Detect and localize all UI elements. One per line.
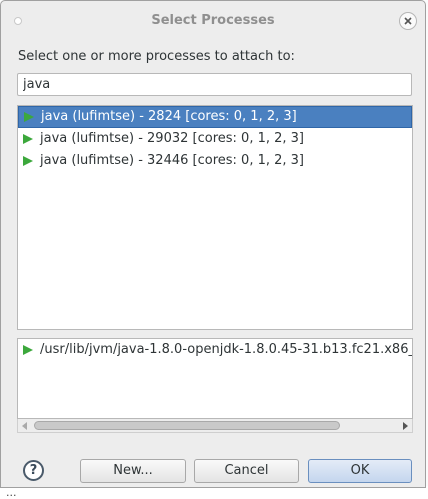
path-row[interactable]: /usr/lib/jvm/java-1.8.0-openjdk-1.8.0.45… <box>18 339 412 361</box>
close-button[interactable] <box>399 12 417 30</box>
process-label: java (lufimtse) - 2824 [cores: 0, 1, 2, … <box>41 109 297 124</box>
scroll-right-icon[interactable] <box>403 422 408 430</box>
prompt-label: Select one or more processes to attach t… <box>18 49 295 64</box>
play-icon <box>23 345 33 355</box>
process-row[interactable]: java (lufimtse) - 29032 [cores: 0, 1, 2,… <box>18 128 412 150</box>
process-row[interactable]: java (lufimtse) - 32446 [cores: 0, 1, 2,… <box>18 150 412 172</box>
process-row[interactable]: java (lufimtse) - 2824 [cores: 0, 1, 2, … <box>18 106 412 128</box>
dialog-title: Select Processes <box>151 13 275 28</box>
play-icon <box>24 112 34 122</box>
process-label: java (lufimtse) - 29032 [cores: 0, 1, 2,… <box>40 131 304 146</box>
new-button[interactable]: New... <box>80 459 186 483</box>
select-processes-dialog: Select Processes Select one or more proc… <box>0 0 426 488</box>
scrollbar-thumb[interactable] <box>34 421 340 430</box>
path-label: /usr/lib/jvm/java-1.8.0-openjdk-1.8.0.45… <box>40 342 413 357</box>
filter-input[interactable] <box>17 73 412 96</box>
process-list[interactable]: java (lufimtse) - 2824 [cores: 0, 1, 2, … <box>17 105 413 330</box>
play-icon <box>23 156 33 166</box>
cancel-button[interactable]: Cancel <box>194 459 299 483</box>
play-icon <box>23 134 33 144</box>
process-path-list[interactable]: /usr/lib/jvm/java-1.8.0-openjdk-1.8.0.45… <box>17 338 413 419</box>
horizontal-scrollbar[interactable] <box>17 419 413 433</box>
close-icon <box>404 17 412 25</box>
help-button[interactable]: ? <box>23 460 44 481</box>
ok-button[interactable]: OK <box>308 459 412 483</box>
scroll-left-icon[interactable] <box>22 422 27 430</box>
process-label: java (lufimtse) - 32446 [cores: 0, 1, 2,… <box>40 153 304 168</box>
titlebar: Select Processes <box>1 1 425 39</box>
